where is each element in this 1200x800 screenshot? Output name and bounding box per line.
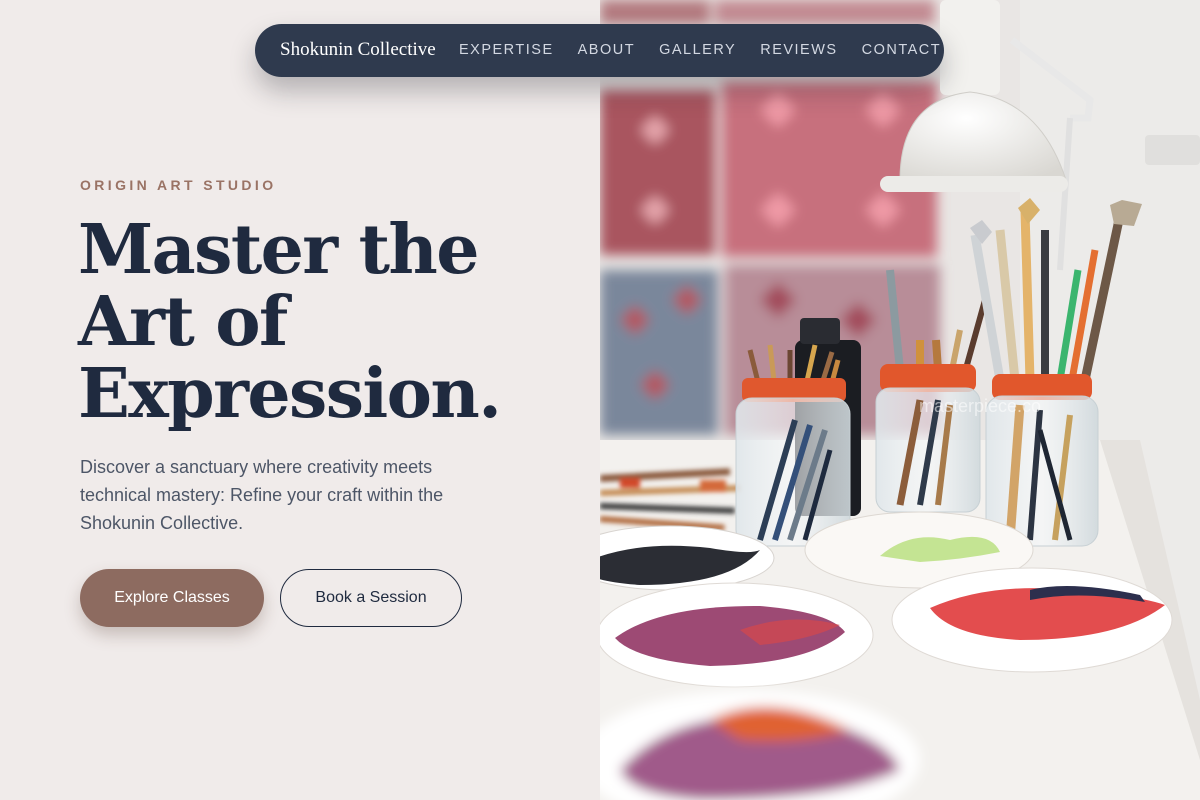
nav-links: EXPERTISE ABOUT GALLERY REVIEWS CONTACT: [459, 42, 965, 58]
photo-watermark: masterpiece.co: [919, 396, 1041, 416]
nav-link-expertise[interactable]: EXPERTISE: [459, 42, 554, 58]
hero-photo: masterpiece.co: [600, 0, 1200, 800]
hero-section: ORIGIN ART STUDIO Master the Art of Expr…: [0, 0, 600, 800]
explore-classes-button[interactable]: Explore Classes: [80, 569, 264, 627]
hero-title-line-2: Art of: [78, 282, 288, 362]
nav-link-gallery[interactable]: GALLERY: [659, 42, 736, 58]
main-navigation: Shokunin Collective EXPERTISE ABOUT GALL…: [255, 24, 944, 77]
hero-title-line-3: Expression.: [78, 354, 502, 434]
brand-logo[interactable]: Shokunin Collective: [280, 39, 436, 61]
hero-description: Discover a sanctuary where creativity me…: [80, 457, 444, 533]
hero-title-line-1: Master the: [78, 210, 480, 290]
hero-eyebrow: ORIGIN ART STUDIO: [80, 177, 277, 193]
book-session-button[interactable]: Book a Session: [280, 569, 462, 627]
nav-link-about[interactable]: ABOUT: [578, 42, 635, 58]
nav-link-contact[interactable]: CONTACT: [862, 42, 942, 58]
art-studio-image: masterpiece.co: [600, 0, 1200, 800]
nav-link-reviews[interactable]: REVIEWS: [760, 42, 837, 58]
hero-title: Master the Art of Expression.: [78, 214, 558, 430]
